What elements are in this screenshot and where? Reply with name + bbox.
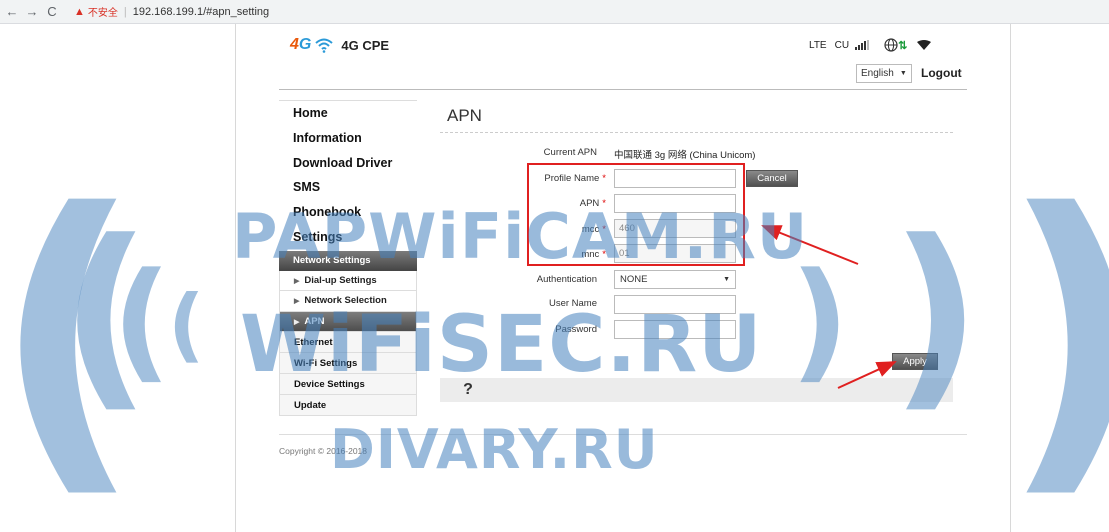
browser-address-bar: ← → C ▲ 不安全 | 192.168.199.1/#apn_setting (0, 0, 1109, 24)
help-icon[interactable]: ? (458, 380, 478, 400)
watermark-paren-left-outer: ( (0, 143, 143, 527)
watermark-paren-left-inner: ( (112, 244, 172, 396)
caret-right-icon: ▶ (294, 318, 300, 326)
footer-divider (279, 434, 967, 435)
current-apn-value: 中国联通 3g 网络 (China Unicom) (614, 150, 756, 161)
brand-logo: 4G 4G CPE (290, 36, 389, 54)
sidebar-item-settings[interactable]: Settings (279, 225, 417, 250)
sidebar-item-update[interactable]: Update (279, 395, 417, 417)
sidebar-item-dialup-settings[interactable]: ▶ Dial-up Settings (279, 270, 417, 292)
watermark-paren-right-outer: ) (1000, 170, 1109, 500)
page-frame-right (1010, 24, 1011, 532)
username-input[interactable] (614, 295, 736, 314)
caret-right-icon: ▶ (294, 298, 300, 306)
language-value: English (861, 68, 894, 79)
logout-link[interactable]: Logout (921, 66, 962, 80)
password-label: Password (555, 324, 597, 335)
current-apn-label: Current APN (543, 147, 597, 158)
sidebar-section-network-settings[interactable]: Network Settings (279, 250, 417, 271)
language-select[interactable]: English ▼ (856, 64, 912, 83)
help-bar: ? (440, 378, 953, 402)
chevron-down-icon: ▼ (723, 276, 730, 283)
warning-icon: ▲ (74, 5, 85, 18)
sidebar-item-home[interactable]: Home (279, 101, 417, 126)
page-frame-left (235, 24, 236, 532)
globe-icon (884, 38, 898, 52)
username-label: User Name (548, 298, 597, 309)
watermark-paren-left-small: ( (168, 278, 205, 371)
title-divider (440, 132, 953, 133)
password-input[interactable] (614, 320, 736, 339)
url-text[interactable]: 192.168.199.1/#apn_setting (133, 6, 269, 18)
watermark-paren-left-mid: ( (60, 198, 152, 431)
sidebar-item-label: Dial-up Settings (304, 274, 377, 286)
annotation-arrow-apn (761, 225, 859, 265)
sidebar-item-device-settings[interactable]: Device Settings (279, 374, 417, 396)
sidebar-item-sms[interactable]: SMS (279, 175, 417, 200)
carrier-label: CU (834, 39, 850, 51)
watermark-paren-right-inner: ) (790, 244, 850, 396)
sidebar-item-information[interactable]: Information (279, 126, 417, 151)
status-bar: LTE CU ⇅ (809, 38, 932, 52)
cancel-button[interactable]: Cancel (746, 170, 798, 187)
wifi-logo-icon (315, 38, 334, 53)
security-label: 不安全 (87, 8, 118, 19)
watermark-line3: DIVARY.RU (330, 418, 659, 481)
authentication-value: NONE (620, 274, 648, 285)
wifi-status-icon (917, 40, 932, 50)
sidebar-item-download-driver[interactable]: Download Driver (279, 151, 417, 176)
chevron-down-icon: ▼ (899, 70, 907, 77)
reload-icon[interactable]: C (44, 4, 60, 19)
sidebar-nav: Home Information Download Driver SMS Pho… (279, 100, 417, 417)
sidebar-item-wifi-settings[interactable]: Wi-Fi Settings (279, 353, 417, 375)
sidebar-item-ethernet[interactable]: Ethernet (279, 332, 417, 354)
authentication-label: Authentication (536, 274, 597, 285)
url-separator: | (123, 5, 127, 18)
caret-right-icon: ▶ (294, 277, 300, 285)
forward-icon[interactable]: → (24, 4, 40, 19)
header-divider (279, 89, 967, 90)
security-indicator[interactable]: ▲ 不安全 (74, 4, 118, 20)
sidebar-item-label: Network Selection (304, 295, 387, 307)
sidebar-item-phonebook[interactable]: Phonebook (279, 200, 417, 225)
copyright: Copyright © 2016-2018 (279, 446, 368, 456)
sidebar-item-network-selection[interactable]: ▶ Network Selection (279, 291, 417, 312)
product-name: 4G CPE (341, 37, 390, 53)
apply-button[interactable]: Apply (892, 353, 938, 370)
signal-strength-icon (855, 40, 870, 50)
page-title: APN (447, 106, 482, 125)
authentication-select[interactable]: NONE ▼ (614, 270, 736, 289)
sidebar-item-apn[interactable]: ▶ APN (279, 311, 417, 333)
sidebar-item-label: APN (304, 315, 325, 327)
logo-4g: 4G (290, 36, 312, 53)
highlight-box (527, 163, 745, 266)
data-transfer-icon: ⇅ (898, 39, 908, 52)
back-icon[interactable]: ← (4, 4, 20, 19)
network-type: LTE (809, 39, 827, 51)
